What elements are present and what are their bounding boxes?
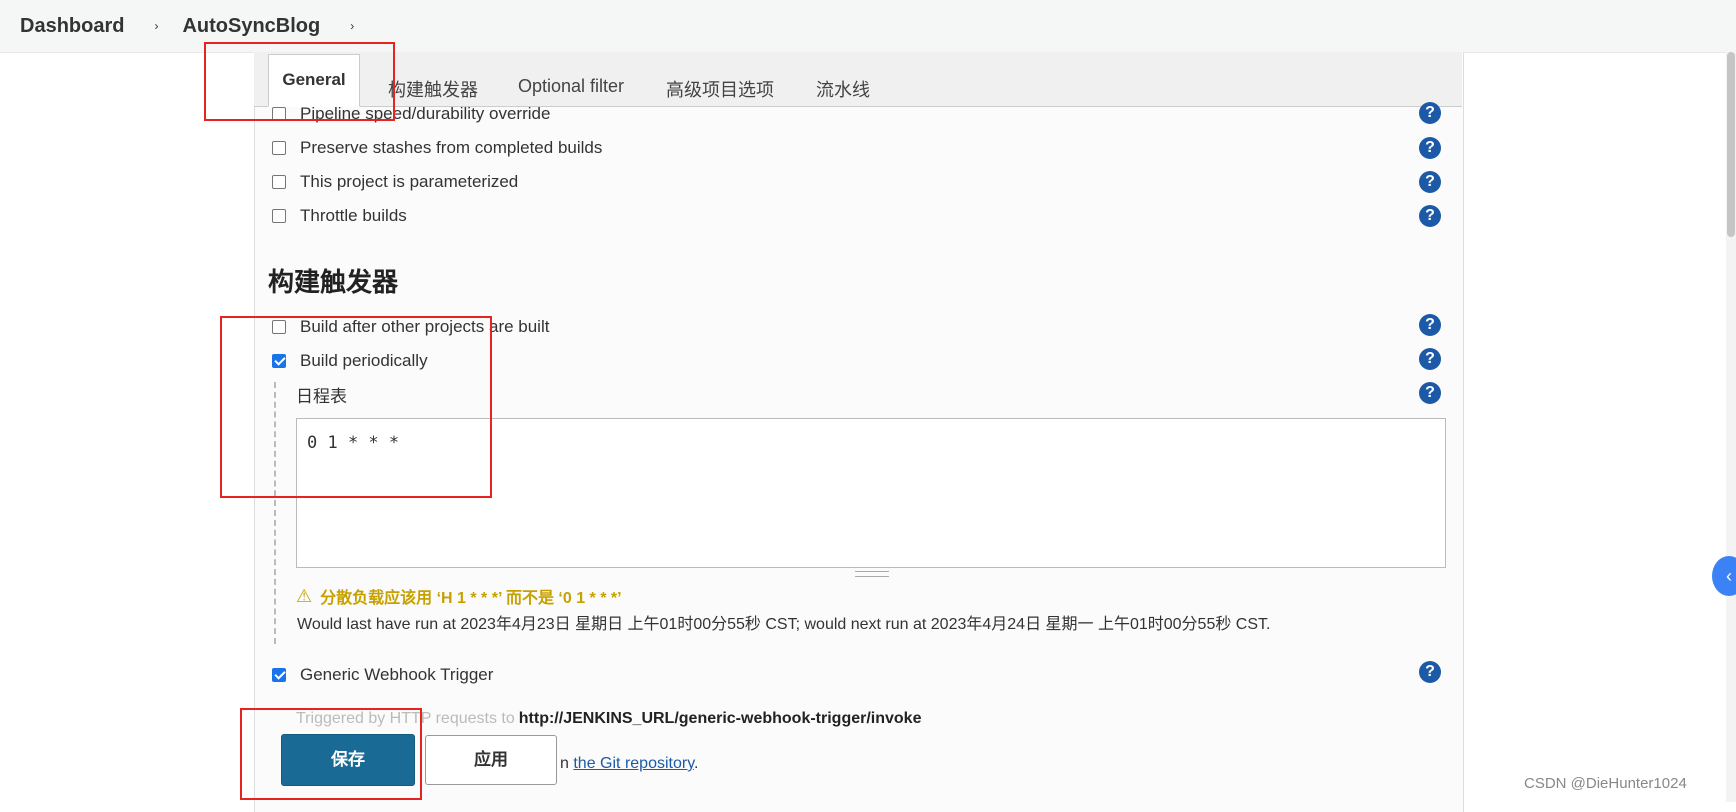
apply-button[interactable]: 应用 — [425, 735, 557, 785]
help-icon[interactable]: ? — [1419, 661, 1441, 683]
collapse-icon[interactable]: ‹ — [1712, 556, 1736, 596]
warning-text: 分散负载应该用 ‘H 1 * * *’ 而不是 ‘0 1 * * *’ — [320, 590, 622, 607]
highlight-schedule — [220, 316, 492, 498]
breadcrumb-chevron-icon[interactable]: › — [154, 19, 158, 33]
trigger-generic-webhook: Generic Webhook Trigger — [272, 665, 493, 685]
watermark: CSDN @DieHunter1024 — [1524, 775, 1687, 792]
help-icon[interactable]: ? — [1419, 382, 1441, 404]
option-preserve-stashes: Preserve stashes from completed builds — [272, 138, 602, 158]
git-prefix: n — [560, 755, 569, 772]
help-icon[interactable]: ? — [1419, 137, 1441, 159]
help-icon[interactable]: ? — [1419, 102, 1441, 124]
warning-icon: ⚠ — [296, 585, 313, 606]
breadcrumb-chevron-icon[interactable]: › — [350, 19, 354, 33]
trigger-label: Generic Webhook Trigger — [300, 665, 494, 684]
help-icon[interactable]: ? — [1419, 205, 1441, 227]
highlight-general-tab — [204, 42, 395, 121]
tab-optional-filter[interactable]: Optional filter — [518, 76, 624, 97]
throttle-builds-checkbox[interactable] — [272, 209, 286, 223]
preserve-stashes-checkbox[interactable] — [272, 141, 286, 155]
schedule-warning: ⚠ 分散负载应该用 ‘H 1 * * *’ 而不是 ‘0 1 * * *’ — [296, 584, 622, 608]
git-repository-line: n the Git repository. — [560, 755, 698, 773]
highlight-save — [240, 708, 422, 800]
tab-pipeline[interactable]: 流水线 — [816, 76, 870, 102]
option-label: This project is parameterized — [300, 172, 519, 191]
generic-webhook-checkbox[interactable] — [272, 668, 286, 682]
option-label: Preserve stashes from completed builds — [300, 138, 603, 157]
tab-advanced-options[interactable]: 高级项目选项 — [666, 76, 774, 102]
option-parameterized: This project is parameterized — [272, 172, 518, 192]
scrollbar-thumb[interactable] — [1727, 52, 1735, 237]
option-label: Throttle builds — [300, 206, 407, 225]
schedule-run-info: Would last have run at 2023年4月23日 星期日 上午… — [297, 616, 1271, 633]
breadcrumb-job[interactable]: AutoSyncBlog — [182, 15, 320, 38]
option-throttle-builds: Throttle builds — [272, 206, 407, 226]
resize-handle[interactable] — [855, 571, 889, 577]
section-title-build-triggers: 构建触发器 — [268, 267, 399, 297]
webhook-url: http://JENKINS_URL/generic-webhook-trigg… — [518, 710, 922, 727]
git-suffix: . — [694, 755, 699, 772]
help-icon[interactable]: ? — [1419, 348, 1441, 370]
parameterized-checkbox[interactable] — [272, 175, 286, 189]
help-icon[interactable]: ? — [1419, 171, 1441, 193]
git-repository-link[interactable]: the Git repository — [573, 755, 694, 772]
tab-bar: General 构建触发器 Optional filter 高级项目选项 流水线 — [254, 52, 1462, 107]
breadcrumb-dashboard[interactable]: Dashboard — [20, 15, 124, 38]
tab-build-triggers[interactable]: 构建触发器 — [388, 76, 478, 102]
help-icon[interactable]: ? — [1419, 314, 1441, 336]
